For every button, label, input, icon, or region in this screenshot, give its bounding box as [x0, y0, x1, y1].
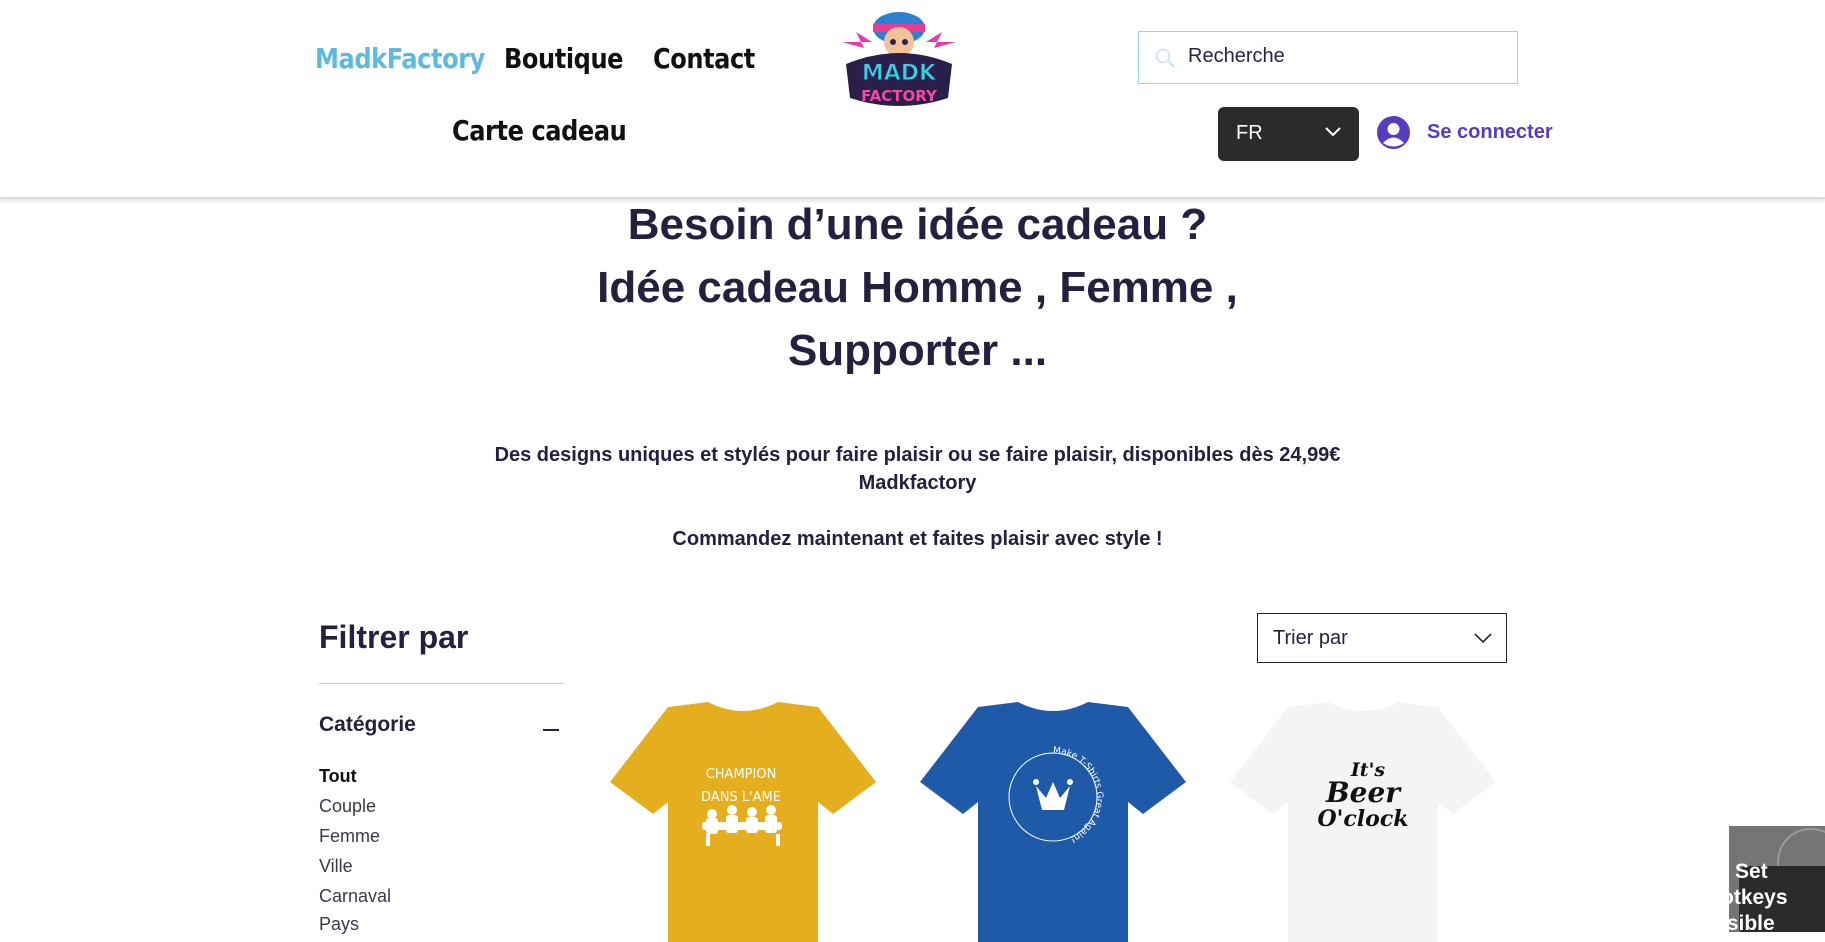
- hotkeys-widget[interactable]: Set otkeys isible: [1729, 826, 1825, 932]
- category-item-ville[interactable]: Ville: [319, 856, 353, 877]
- product-card-beer-oclock[interactable]: It's Beer O'clock: [1228, 702, 1498, 942]
- site-header: MadkFactory Boutique Contact Carte cadea…: [0, 0, 1825, 199]
- chevron-down-icon: [1325, 127, 1341, 137]
- sort-select[interactable]: Trier par: [1257, 613, 1507, 663]
- nav-link-madkfactory[interactable]: MadkFactory: [315, 42, 485, 75]
- print-text-line-2: DANS L'AME: [701, 790, 781, 805]
- chevron-down-icon: [1474, 633, 1492, 644]
- search-input[interactable]: Recherche: [1138, 31, 1518, 84]
- category-item-couple[interactable]: Couple: [319, 796, 376, 817]
- nav-link-boutique[interactable]: Boutique: [504, 42, 624, 75]
- category-toggle[interactable]: Catégorie: [319, 713, 416, 737]
- logo-text-madk: MADK: [862, 61, 937, 86]
- print-text-beer: Beer: [1325, 776, 1402, 809]
- search-placeholder: Recherche: [1188, 45, 1285, 67]
- print-text-oclock: O'clock: [1318, 806, 1409, 832]
- intro-text-line-3: Commandez maintenant et faites plaisir a…: [672, 528, 1163, 550]
- category-item-femme[interactable]: Femme: [319, 826, 380, 847]
- sort-label: Trier par: [1273, 627, 1348, 649]
- login-label: Se connecter: [1427, 121, 1553, 143]
- filter-divider: [319, 683, 564, 684]
- nav-link-contact[interactable]: Contact: [653, 42, 755, 75]
- logo-text-factory: FACTORY: [861, 87, 938, 105]
- collapse-minus-icon[interactable]: [543, 729, 559, 731]
- hero-title-line-1: Besoin d’une idée cadeau ?: [627, 200, 1208, 249]
- print-text-line-1: CHAMPION: [706, 767, 777, 782]
- category-item-carnaval[interactable]: Carnaval: [319, 886, 391, 907]
- category-item-tout[interactable]: Tout: [319, 766, 357, 787]
- filter-title: Filtrer par: [319, 619, 469, 655]
- widget-text-line-3: isible: [1729, 912, 1775, 932]
- language-value: FR: [1236, 122, 1263, 144]
- user-avatar-icon: [1377, 116, 1410, 149]
- nav-link-carte-cadeau[interactable]: Carte cadeau: [452, 114, 627, 147]
- search-icon: [1155, 48, 1175, 68]
- widget-text-line-2: otkeys: [1729, 886, 1788, 909]
- madkfactory-logo[interactable]: MADK FACTORY: [832, 2, 966, 114]
- product-card-make-tshirts-great[interactable]: Make T-Shirts Great Again!: [918, 702, 1188, 942]
- hero-title-line-3: Supporter ...: [787, 326, 1048, 375]
- widget-text-line-1: Set: [1735, 860, 1768, 883]
- hero-title-line-2: Idée cadeau Homme , Femme ,: [597, 263, 1238, 312]
- intro-text-line-2: Madkfactory: [858, 472, 977, 494]
- product-card-champion[interactable]: CHAMPION DANS L'AME: [608, 702, 878, 942]
- language-select[interactable]: FR: [1218, 107, 1359, 161]
- intro-text-line-1: Des designs uniques et stylés pour faire…: [494, 444, 1341, 466]
